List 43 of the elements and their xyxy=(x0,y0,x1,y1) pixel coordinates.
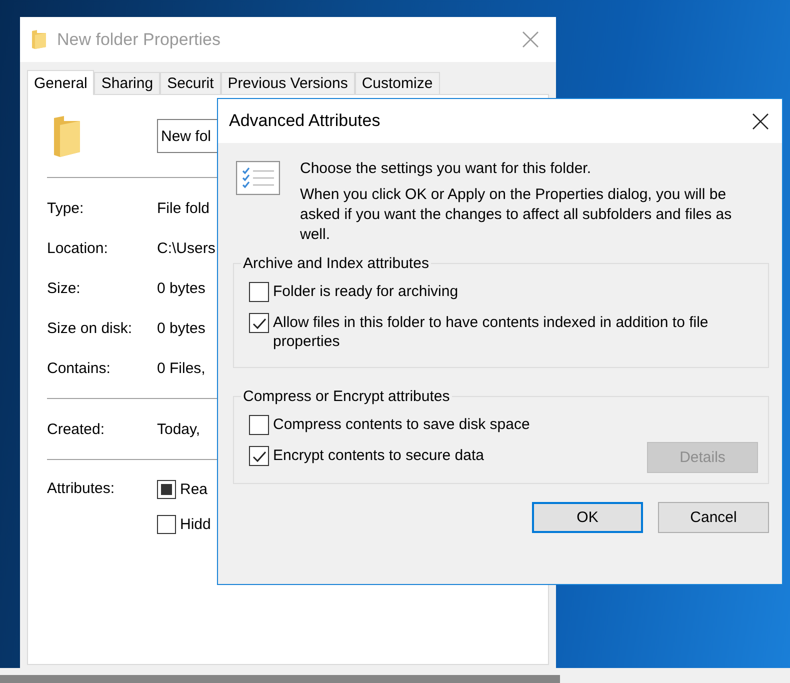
checkbox[interactable] xyxy=(249,415,269,435)
tab[interactable]: Customize xyxy=(354,72,440,94)
field-label: Size: xyxy=(47,280,82,296)
checkbox[interactable] xyxy=(249,282,269,302)
field-label: Size on disk: xyxy=(47,320,134,336)
checkbox[interactable] xyxy=(157,515,176,534)
checkbox-label: Folder is ready for archiving xyxy=(273,282,460,301)
window-title: New folder Properties xyxy=(57,30,222,50)
field-value: 0 bytes xyxy=(157,280,206,296)
intro-text: Choose the settings you want for this folder. xyxy=(300,159,592,179)
field-label: Created: xyxy=(47,420,106,438)
checkbox[interactable] xyxy=(249,313,269,333)
dialog-title: Advanced Attributes xyxy=(229,111,382,131)
folder-icon xyxy=(54,116,82,156)
tab[interactable]: Securit xyxy=(160,72,221,94)
field-label: Type: xyxy=(47,200,85,216)
group-title: Archive and Index attributes xyxy=(242,255,430,272)
scrollbar-thumb[interactable] xyxy=(0,675,560,683)
close-icon[interactable] xyxy=(752,112,769,130)
ok-button[interactable]: OK xyxy=(532,502,643,533)
checklist-icon xyxy=(236,161,280,195)
folder-icon xyxy=(32,30,46,49)
field-value: C:\Users xyxy=(157,240,216,256)
checkbox[interactable] xyxy=(249,446,269,466)
field-label: Attributes: xyxy=(47,480,116,499)
field-value: 0 Files, xyxy=(157,360,206,376)
tab[interactable]: General xyxy=(27,70,94,95)
field-value: File fold xyxy=(157,200,210,216)
field-label: Contains: xyxy=(47,360,112,376)
field-label: Location: xyxy=(47,240,109,256)
checkbox-label: Compress contents to save disk space xyxy=(273,415,531,434)
field-value: 0 bytes xyxy=(157,320,206,336)
field-value: Today, xyxy=(157,420,200,438)
checkbox[interactable] xyxy=(157,480,176,499)
group-title: Compress or Encrypt attributes xyxy=(242,388,451,405)
checkbox-label: Hidd xyxy=(180,516,211,533)
note-text: When you click OK or Apply on the Properties dialog, you will be asked if you want the changes to affect all subfolders and files as well. xyxy=(300,185,733,245)
tab[interactable]: Sharing xyxy=(94,72,160,94)
checkbox-label: Rea xyxy=(180,481,208,498)
checkbox-label: Allow files in this folder to have contents indexed in addition to file properties xyxy=(273,313,710,351)
cancel-button[interactable]: Cancel xyxy=(658,502,769,533)
tab[interactable]: Previous Versions xyxy=(220,72,355,94)
checkbox-label: Encrypt contents to secure data xyxy=(273,446,485,465)
